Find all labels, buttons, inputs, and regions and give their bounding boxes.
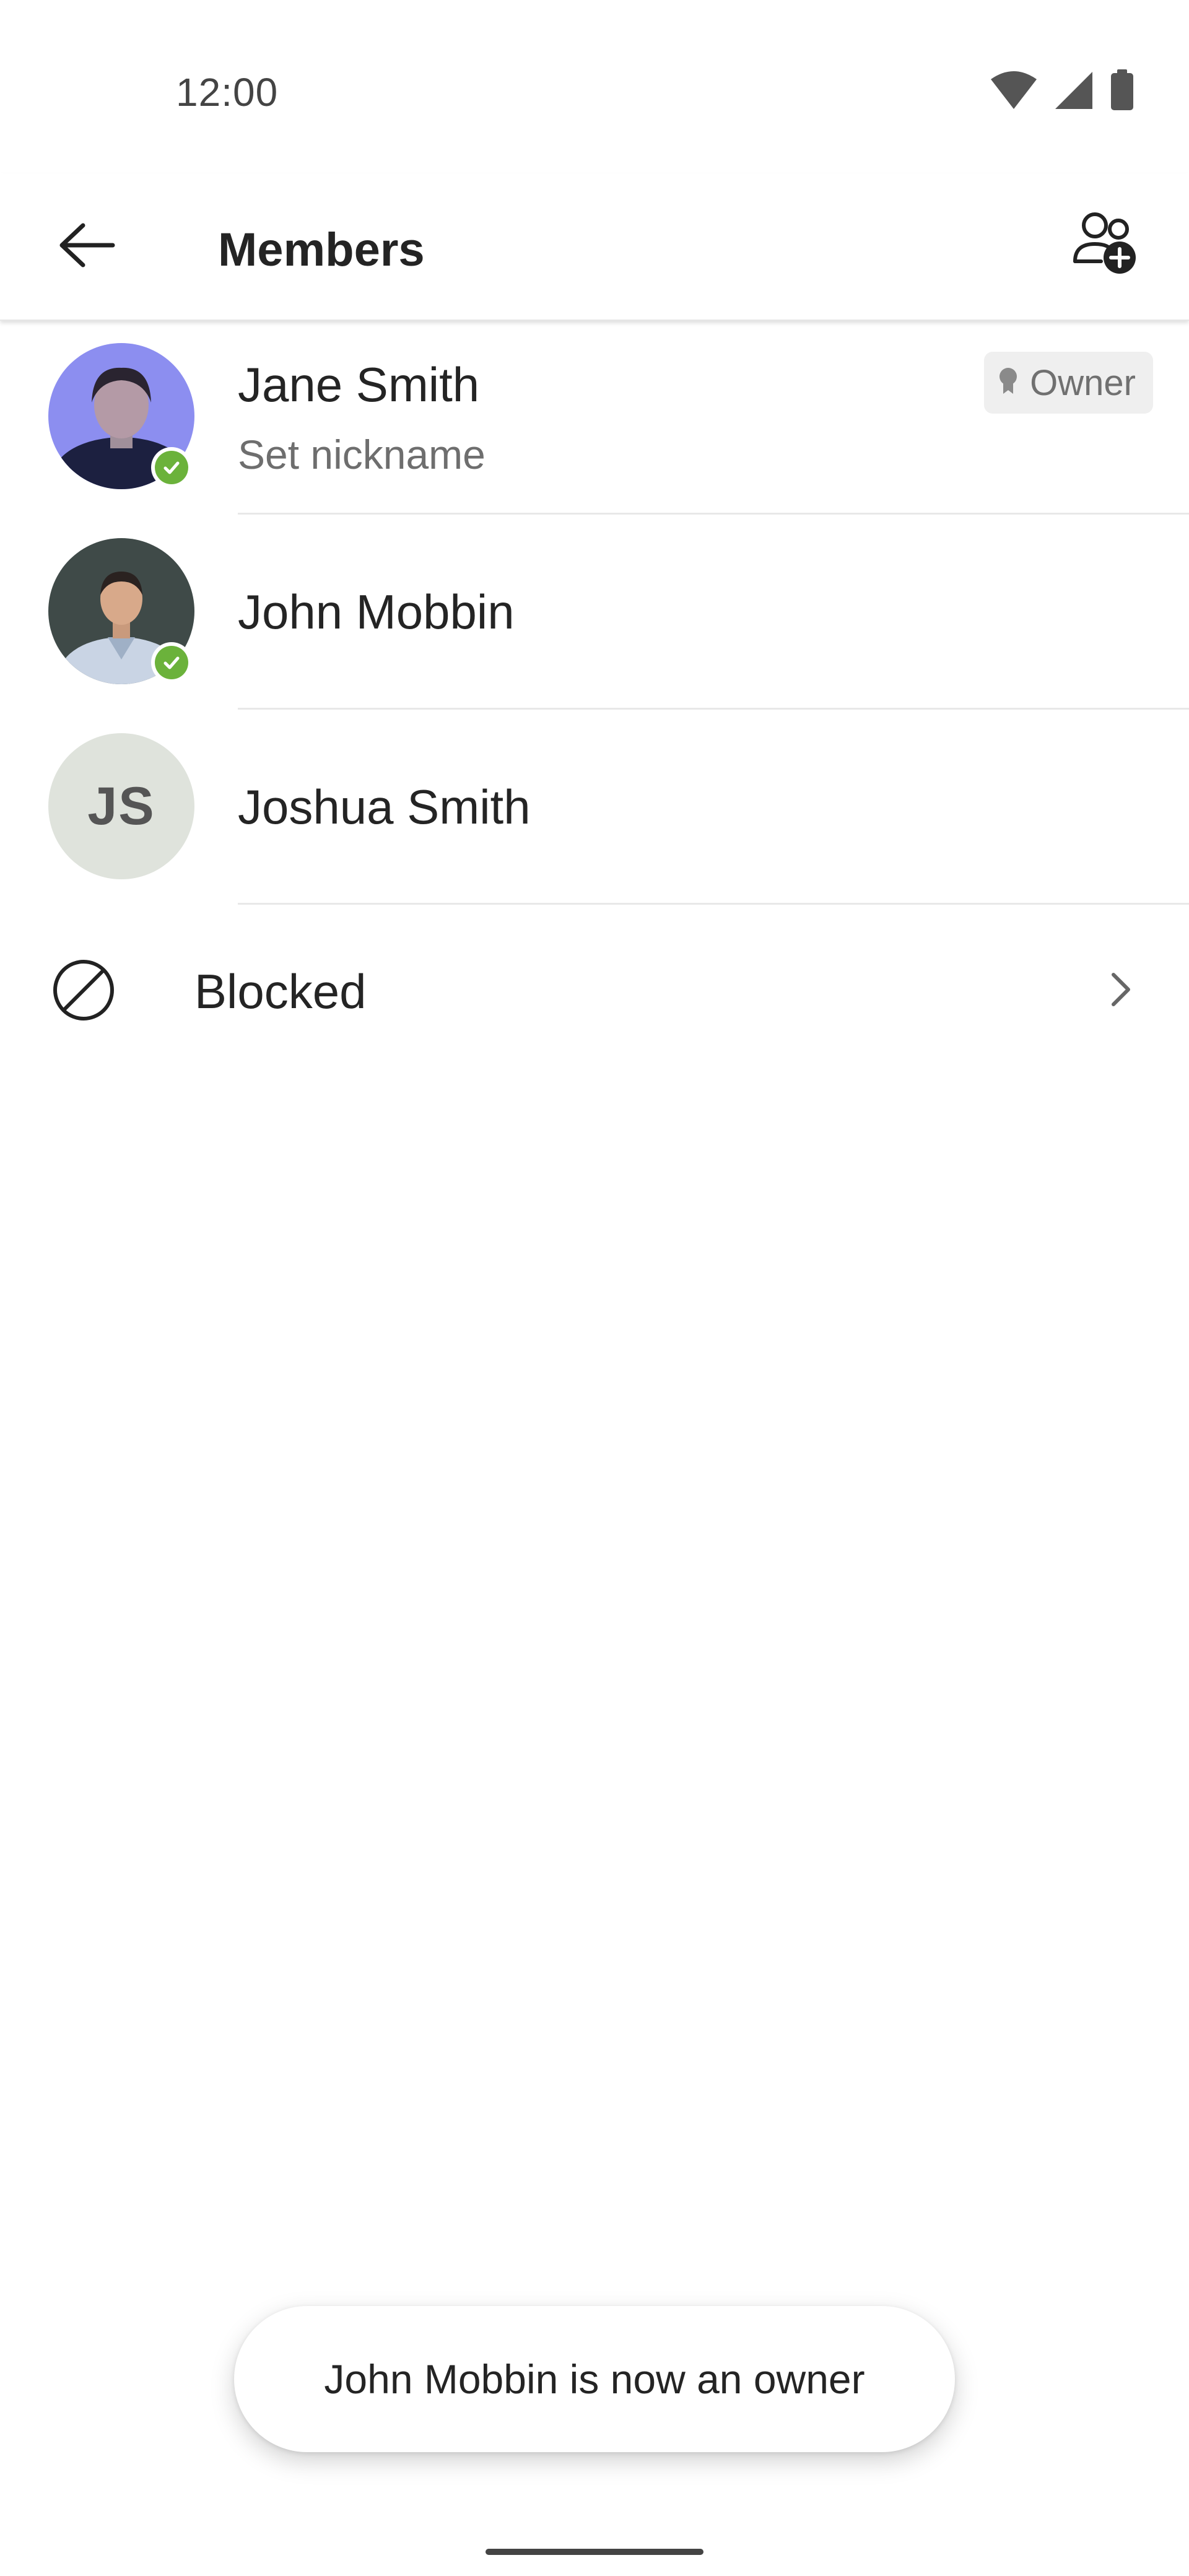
toast-notification: John Mobbin is now an owner xyxy=(234,2306,955,2452)
presence-indicator xyxy=(151,642,192,683)
app-bar: Members xyxy=(0,173,1189,321)
add-member-button[interactable] xyxy=(1065,203,1146,284)
status-bar: 12:00 xyxy=(0,0,1189,173)
member-row-jane-smith[interactable]: Jane Smith Set nickname Owner xyxy=(0,320,1189,515)
blocked-label: Blocked xyxy=(194,964,367,1019)
wifi-icon xyxy=(990,71,1038,113)
presence-indicator xyxy=(151,447,192,488)
avatar: JS xyxy=(48,733,194,879)
chevron-right-icon xyxy=(1108,970,1133,1012)
blocked-row[interactable]: Blocked xyxy=(0,904,1189,1071)
member-list: Jane Smith Set nickname Owner John Mobbi… xyxy=(0,320,1189,905)
status-icons xyxy=(990,69,1135,115)
add-person-icon xyxy=(1071,208,1139,279)
member-row-joshua-smith[interactable]: JS Joshua Smith xyxy=(0,710,1189,905)
member-name: John Mobbin xyxy=(238,585,515,639)
battery-icon xyxy=(1110,69,1135,115)
page-title: Members xyxy=(218,224,425,276)
check-icon xyxy=(155,646,188,679)
check-icon xyxy=(155,451,188,484)
back-button[interactable] xyxy=(50,209,124,284)
status-time: 12:00 xyxy=(176,70,279,115)
award-icon xyxy=(998,362,1019,404)
member-name: Joshua Smith xyxy=(238,780,531,834)
arrow-left-icon xyxy=(56,220,118,273)
block-icon xyxy=(51,957,116,1026)
home-indicator[interactable] xyxy=(486,2549,703,2555)
owner-badge: Owner xyxy=(984,352,1153,414)
member-name: Jane Smith xyxy=(238,357,480,412)
set-nickname-link[interactable]: Set nickname xyxy=(238,431,486,478)
cellular-signal-icon xyxy=(1054,71,1094,113)
owner-badge-label: Owner xyxy=(1030,362,1136,403)
member-row-john-mobbin[interactable]: John Mobbin xyxy=(0,515,1189,710)
